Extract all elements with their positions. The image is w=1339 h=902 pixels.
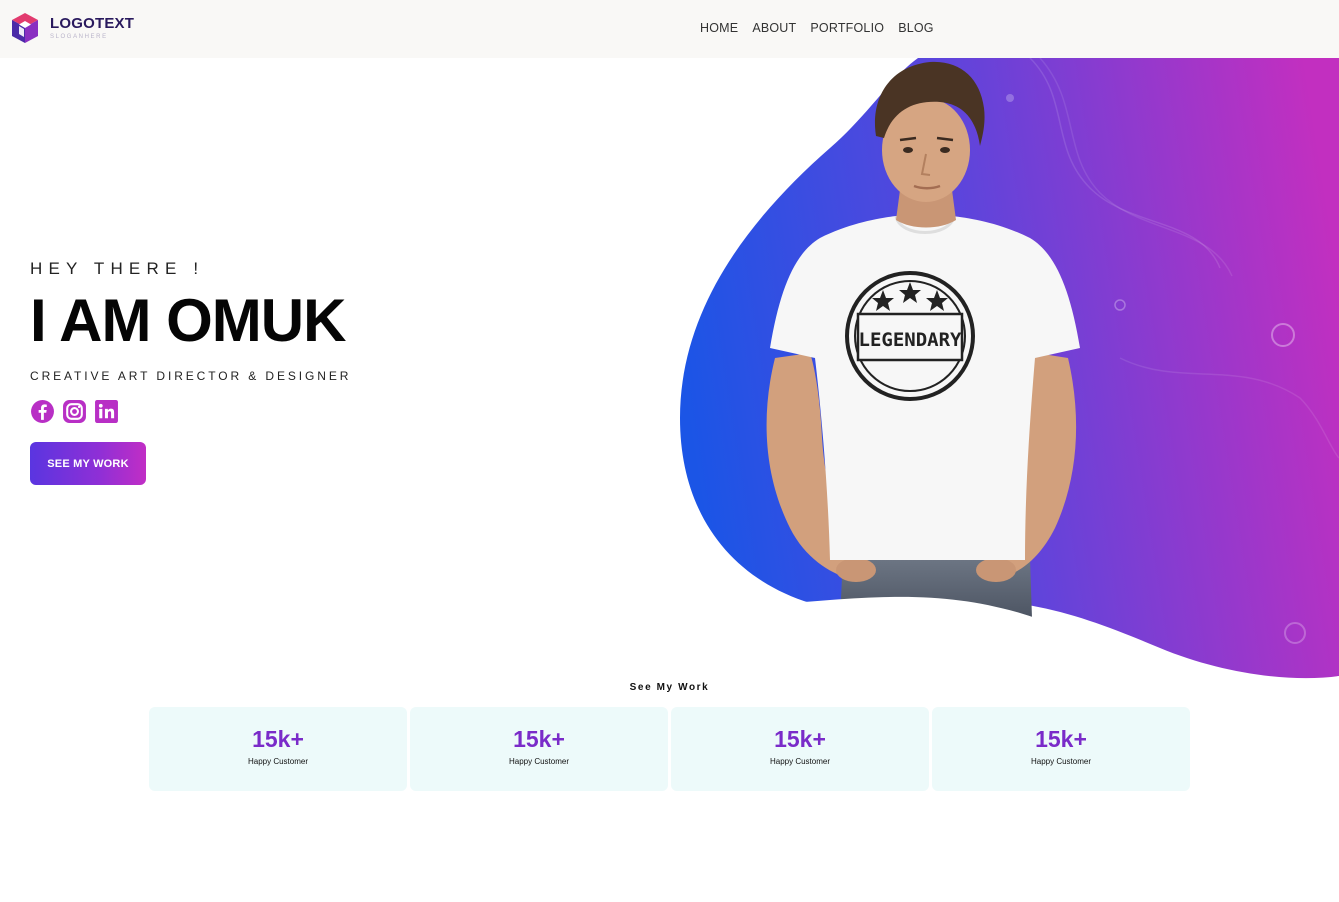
main-nav: HOME ABOUT PORTFOLIO BLOG [700, 21, 948, 35]
brand-slogan: SLOGANHERE [50, 34, 108, 40]
stat-value: 15k+ [774, 726, 826, 752]
stat-value: 15k+ [513, 726, 565, 752]
navbar: LOGOTEXT SLOGANHERE HOME ABOUT PORTFOLIO… [0, 0, 1339, 58]
brand-name: LOGOTEXT [50, 15, 135, 32]
stat-card: 15k+ Happy Customer [410, 707, 668, 791]
nav-portfolio[interactable]: PORTFOLIO [810, 21, 884, 35]
nav-blog[interactable]: BLOG [898, 21, 934, 35]
tshirt-text: LEGENDARY [859, 329, 963, 351]
stat-card: 15k+ Happy Customer [932, 707, 1190, 791]
instagram-icon[interactable] [62, 399, 87, 424]
stat-value: 15k+ [252, 726, 304, 752]
facebook-icon[interactable] [30, 399, 55, 424]
nav-home[interactable]: HOME [700, 21, 738, 35]
stats-row: 15k+ Happy Customer 15k+ Happy Customer … [149, 707, 1193, 791]
stat-value: 15k+ [1035, 726, 1087, 752]
nav-about[interactable]: ABOUT [752, 21, 796, 35]
linkedin-icon[interactable] [94, 399, 119, 424]
cube-logo-icon [12, 13, 38, 43]
hero-title: I AM OMUK [30, 287, 346, 354]
brand-logo[interactable]: LOGOTEXT SLOGANHERE [10, 11, 134, 45]
stat-card: 15k+ Happy Customer [149, 707, 407, 791]
stat-label: Happy Customer [1030, 757, 1092, 766]
see-my-work-button[interactable]: SEE MY WORK [30, 442, 146, 485]
stat-label: Happy Customer [769, 757, 831, 766]
hero-intro: HEY THERE ! I AM OMUK CREATIVE ART DIREC… [30, 259, 351, 485]
stat-label: Happy Customer [508, 757, 570, 766]
stat-label: Happy Customer [247, 757, 309, 766]
section-label: See My Work [629, 682, 710, 693]
hero-artwork: LEGENDARY [600, 58, 1339, 698]
stat-card: 15k+ Happy Customer [671, 707, 929, 791]
hero-subtitle: CREATIVE ART DIRECTOR & DESIGNER [30, 369, 352, 383]
hero-greeting: HEY THERE ! [30, 259, 205, 278]
social-links [30, 399, 351, 424]
